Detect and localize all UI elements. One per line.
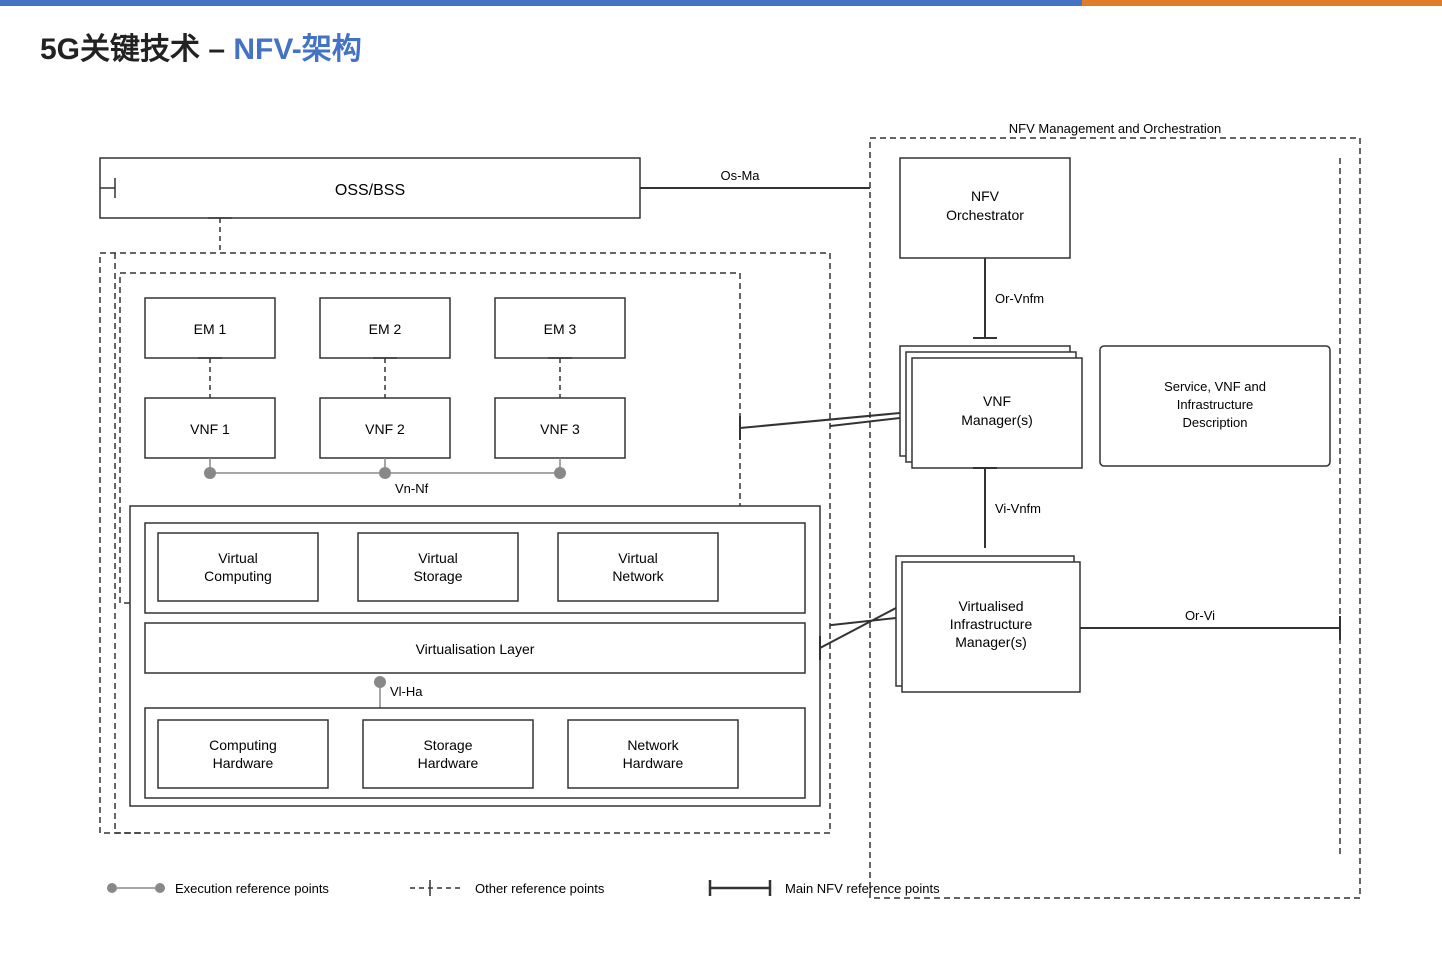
vnf3-label: VNF 3	[540, 421, 580, 437]
top-bar-blue	[0, 0, 1082, 6]
svg-text:Infrastructure: Infrastructure	[950, 616, 1033, 632]
top-bar	[0, 0, 1442, 6]
virtual-storage-label: Virtual	[418, 550, 457, 566]
vn-nf-label: Vn-Nf	[395, 481, 429, 496]
service-desc-label: Service, VNF and	[1164, 379, 1266, 394]
nfv-mano-label: NFV Management and Orchestration	[1009, 121, 1221, 136]
svg-text:Manager(s): Manager(s)	[955, 634, 1027, 650]
page-title: 5G关键技术 – NFV-架构	[0, 6, 1442, 78]
em1-label: EM 1	[194, 321, 227, 337]
oss-bss-label: OSS/BSS	[335, 182, 405, 199]
svg-text:Infrastructure: Infrastructure	[1177, 397, 1254, 412]
svg-text:Network: Network	[612, 568, 664, 584]
svg-text:Orchestrator: Orchestrator	[946, 207, 1024, 223]
vi-ha-label: Vl-Ha	[390, 684, 423, 699]
page-container: 5G关键技术 – NFV-架构 OSS/BSS Os-Ma NFV Manage…	[0, 0, 1442, 973]
svg-text:Hardware: Hardware	[418, 755, 479, 771]
os-ma-label: Os-Ma	[721, 168, 761, 183]
title-highlight: NFV-架构	[233, 33, 361, 66]
computing-hardware-label: Computing	[209, 737, 277, 753]
nfv-orchestrator-label: NFV	[971, 188, 1000, 204]
vnf-manager-label: VNF	[983, 393, 1011, 409]
main-nfv-ref-label: Main NFV reference points	[785, 881, 940, 896]
top-bar-orange	[1082, 0, 1442, 6]
svg-text:Manager(s): Manager(s)	[961, 412, 1033, 428]
title-prefix: 5G关键技术 –	[40, 33, 233, 66]
virtual-computing-label: Virtual	[218, 550, 257, 566]
svg-text:Hardware: Hardware	[213, 755, 274, 771]
diagram-area: OSS/BSS Os-Ma NFV Management and Orchest…	[0, 78, 1442, 973]
or-vnfm-label: Or-Vnfm	[995, 291, 1044, 306]
other-ref-label: Other reference points	[475, 881, 605, 896]
svg-text:Computing: Computing	[204, 568, 272, 584]
virtual-network-label: Virtual	[618, 550, 657, 566]
em2-label: EM 2	[369, 321, 402, 337]
exec-ref-label: Execution reference points	[175, 881, 329, 896]
vi-vnfm-label: Vi-Vnfm	[995, 501, 1041, 516]
vim-label: Virtualised	[958, 598, 1023, 614]
virtualisation-layer-label: Virtualisation Layer	[416, 641, 535, 657]
vnf2-label: VNF 2	[365, 421, 405, 437]
storage-hardware-label: Storage	[423, 737, 472, 753]
svg-text:Hardware: Hardware	[623, 755, 684, 771]
network-hardware-label: Network	[627, 737, 679, 753]
nfv-diagram: OSS/BSS Os-Ma NFV Management and Orchest…	[40, 88, 1400, 948]
or-vi-label: Or-Vi	[1185, 608, 1215, 623]
em3-label: EM 3	[544, 321, 577, 337]
svg-text:Description: Description	[1182, 415, 1247, 430]
svg-text:Storage: Storage	[413, 568, 462, 584]
vnf1-label: VNF 1	[190, 421, 230, 437]
